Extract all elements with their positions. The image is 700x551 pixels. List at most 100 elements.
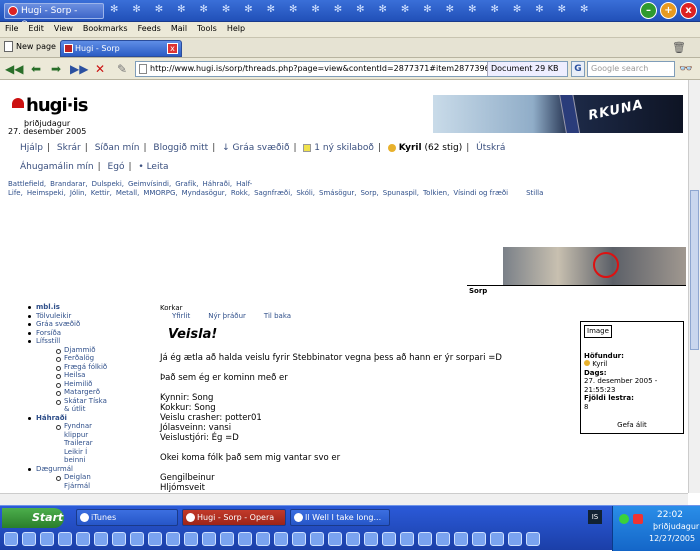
forward-icon[interactable]: ➡	[48, 61, 64, 77]
sidebar-item[interactable]: Ferðalög	[22, 354, 132, 363]
quick-launch-icon[interactable]	[364, 532, 378, 546]
nav-files[interactable]: Skrár	[57, 143, 81, 153]
quick-launch-icon[interactable]	[4, 532, 18, 546]
category-link[interactable]: Heimspeki,	[27, 189, 66, 197]
sidebar-item[interactable]: & útlit	[22, 405, 132, 414]
quick-launch-icon[interactable]	[166, 532, 180, 546]
menu-view[interactable]: View	[49, 22, 78, 33]
quick-launch-icon[interactable]	[490, 532, 504, 546]
category-link[interactable]: Háhraði,	[203, 180, 233, 188]
overview-link[interactable]: Yfirlit	[172, 312, 190, 320]
quick-launch-icon[interactable]	[400, 532, 414, 546]
sidebar-item[interactable]: Tölvuleikir	[22, 312, 132, 321]
sidebar-item[interactable]: Trailerar	[22, 439, 132, 448]
nav-new-messages[interactable]: 1 ný skilaboð	[314, 143, 374, 153]
tray-icon[interactable]	[633, 514, 643, 524]
nav-my-blog[interactable]: Bloggið mitt	[153, 143, 208, 153]
search-engine-select[interactable]: G	[571, 61, 585, 77]
quick-launch-icon[interactable]	[94, 532, 108, 546]
sidebar-item[interactable]: Fjármál	[22, 482, 132, 491]
category-link[interactable]: Dulspeki,	[92, 180, 124, 188]
minimize-button[interactable]: –	[640, 2, 657, 19]
quick-launch-icon[interactable]	[436, 532, 450, 546]
tab-hugi-sorp[interactable]: Hugi - Sorp x	[60, 40, 182, 57]
quick-launch-icon[interactable]	[238, 532, 252, 546]
edit-icon[interactable]: ✎	[114, 61, 130, 77]
clock-time[interactable]: 22:02	[657, 510, 683, 520]
quick-launch-icon[interactable]	[58, 532, 72, 546]
nav-ego[interactable]: Egó	[108, 162, 125, 172]
give-feedback-link[interactable]: Gefa álit	[584, 421, 680, 430]
ad-banner[interactable]: RKUNA	[433, 95, 683, 133]
address-field[interactable]: http://www.hugi.is/sorp/threads.php?page…	[135, 61, 568, 77]
sidebar-item[interactable]: Matargerð	[22, 388, 132, 397]
menu-bookmarks[interactable]: Bookmarks	[78, 22, 133, 33]
menu-edit[interactable]: Edit	[23, 22, 49, 33]
category-link[interactable]: Smásögur,	[319, 189, 356, 197]
quick-launch-icon[interactable]	[418, 532, 432, 546]
category-link[interactable]: Sagnfræði,	[254, 189, 292, 197]
quick-launch-icon[interactable]	[202, 532, 216, 546]
quick-launch-icon[interactable]	[76, 532, 90, 546]
back-link[interactable]: Til baka	[264, 312, 291, 320]
category-settings-link[interactable]: Stilla	[526, 189, 543, 197]
menu-file[interactable]: File	[0, 22, 23, 33]
quick-launch-icon[interactable]	[220, 532, 234, 546]
author-name[interactable]: Kyril	[592, 360, 607, 368]
quick-launch-icon[interactable]	[184, 532, 198, 546]
nav-help[interactable]: Hjálp	[20, 143, 43, 153]
sidebar-item[interactable]: Frægá fólkið	[22, 363, 132, 372]
nav-my-interests[interactable]: Áhugamálin mín	[20, 162, 94, 172]
sidebar-item[interactable]: klippur	[22, 431, 132, 440]
back-icon[interactable]: ⬅	[28, 61, 44, 77]
category-link[interactable]: Tolkien,	[423, 189, 449, 197]
quick-launch-icon[interactable]	[130, 532, 144, 546]
quick-launch-icon[interactable]	[40, 532, 54, 546]
sidebar-item[interactable]: Djammið	[22, 346, 132, 355]
nav-search[interactable]: Leita	[147, 162, 169, 172]
sidebar-item[interactable]: Gráa svæðið	[22, 320, 132, 329]
sidebar-item[interactable]: Lífsstíll	[22, 337, 132, 346]
quick-launch-icon[interactable]	[310, 532, 324, 546]
sidebar-item[interactable]: Heilsa	[22, 371, 132, 380]
category-link[interactable]: Geimvísindi,	[128, 180, 171, 188]
sidebar-item[interactable]: beinni	[22, 456, 132, 465]
sidebar-item[interactable]: Dægurmál	[22, 465, 132, 474]
menu-feeds[interactable]: Feeds	[133, 22, 166, 33]
task-document[interactable]: Il Well I take long...	[290, 509, 390, 526]
quick-launch-icon[interactable]	[292, 532, 306, 546]
maximize-button[interactable]: +	[660, 2, 677, 19]
close-tab-icon[interactable]: x	[167, 43, 178, 54]
quick-launch-icon[interactable]	[454, 532, 468, 546]
tray-icon[interactable]	[619, 514, 629, 524]
nav-my-page[interactable]: Síðan mín	[95, 143, 140, 153]
quick-launch-icon[interactable]	[148, 532, 162, 546]
menu-tools[interactable]: Tools	[192, 22, 222, 33]
quick-launch-icon[interactable]	[382, 532, 396, 546]
nav-logout[interactable]: Útskrá	[476, 143, 505, 153]
sidebar-item[interactable]: Forsíða	[22, 329, 132, 338]
sidebar-item[interactable]: mbl.is	[22, 303, 132, 312]
quick-launch-icon[interactable]	[328, 532, 342, 546]
window-title[interactable]: Hugi - Sorp - Opera	[4, 3, 104, 30]
stop-icon[interactable]: ✕	[92, 61, 108, 77]
category-link[interactable]: Grafík,	[175, 180, 198, 188]
category-link[interactable]: Brandarar,	[50, 180, 87, 188]
quick-launch-icon[interactable]	[472, 532, 486, 546]
category-link[interactable]: Rokk,	[231, 189, 250, 197]
category-link[interactable]: Battlefield,	[8, 180, 46, 188]
category-link[interactable]: Vísindi og fræði	[453, 189, 508, 197]
sidebar-item[interactable]: Leikir Í	[22, 448, 132, 457]
new-thread-link[interactable]: Nýr þráður	[208, 312, 246, 320]
breadcrumb[interactable]: Korkar	[160, 304, 183, 312]
close-button[interactable]: x	[680, 2, 697, 19]
sidebar-item[interactable]: Háhraði	[22, 414, 132, 423]
quick-launch-icon[interactable]	[526, 532, 540, 546]
search-input[interactable]: Google search	[587, 61, 675, 77]
category-link[interactable]: Skóli,	[296, 189, 315, 197]
menu-mail[interactable]: Mail	[166, 22, 192, 33]
horizontal-scrollbar[interactable]	[0, 493, 688, 505]
quick-launch-icon[interactable]	[112, 532, 126, 546]
nav-username[interactable]: Kyril	[399, 143, 422, 153]
task-opera[interactable]: Hugi - Sorp - Opera	[182, 509, 286, 526]
